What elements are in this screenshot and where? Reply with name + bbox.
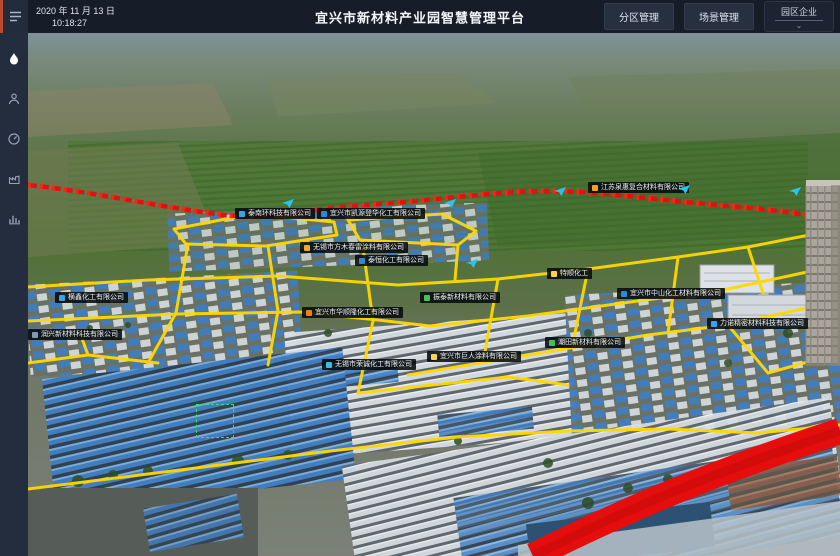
map-annotation-layer: 泰南环科技有限公司 宜兴市凯源登华化工有限公司无锡市方木春雷涂料有限公司泰恒化工有… [28,33,840,556]
company-icon [321,211,327,217]
company-icon [431,354,437,360]
date-text: 2020 年 11 月 13 日 [36,5,115,17]
flame-icon [7,52,21,66]
company-icon [711,321,717,327]
company-icon [304,245,310,251]
company-label-text: 无锡市方木春雷涂料有限公司 [313,244,404,251]
map-marker-icon[interactable] [554,187,566,196]
company-label[interactable]: 振泰新材料有限公司 [420,292,500,303]
time-text: 10:18:27 [52,17,115,29]
map-marker-icon[interactable] [282,199,294,208]
company-label[interactable]: 无锡市荣诚化工有限公司 [322,359,416,370]
company-label[interactable]: 泰恒化工有限公司 [355,255,428,266]
sidebar-item-gauge[interactable] [0,119,28,159]
company-icon [549,340,555,346]
company-icon [424,295,430,301]
gauge-icon [7,132,21,146]
company-label-text: 特顺化工 [560,270,588,277]
menu-icon [8,10,23,23]
company-label[interactable]: 江苏泉惠复合材料有限公司 [588,182,689,193]
company-icon [551,271,557,277]
company-icon [59,295,65,301]
company-label[interactable]: 宜兴市巨人涂料有限公司 [427,351,521,362]
company-label-text: 宜兴市巨人涂料有限公司 [440,353,517,360]
company-label-text: 横鑫化工有限公司 [68,294,124,301]
menu-button[interactable] [0,0,28,33]
page-title: 宜兴市新材料产业园智慧管理平台 [315,7,525,26]
sidebar-item-factory[interactable] [0,159,28,199]
company-label-text: 潮田新材料有限公司 [558,339,621,346]
header-actions: 分区管理 场景管理 园区企业 ⌄ [604,1,840,32]
person-icon [7,92,21,106]
company-label-text: 润兴新材料科技有限公司 [41,331,118,338]
top-bar: 2020 年 11 月 13 日 10:18:27 宜兴市新材料产业园智慧管理平… [0,0,840,33]
company-label-text: 无锡市荣诚化工有限公司 [335,361,412,368]
company-label-text: 宜兴市凯源登华化工有限公司 [330,210,421,217]
datetime-display: 2020 年 11 月 13 日 10:18:27 [36,5,115,29]
company-label[interactable]: 无锡市方木春雷涂料有限公司 [300,242,408,253]
company-label[interactable]: 潮田新材料有限公司 [545,337,625,348]
company-label[interactable]: 宜兴市华顺隆化工有限公司 [302,307,403,318]
sidebar-item-fire[interactable] [0,39,28,79]
park-enterprise-dropdown[interactable]: 园区企业 ⌄ [764,1,834,32]
map-viewport[interactable]: 泰南环科技有限公司 宜兴市凯源登华化工有限公司无锡市方木春雷涂料有限公司泰恒化工有… [28,33,840,556]
map-marker-icon[interactable] [789,187,801,196]
company-icon [306,310,312,316]
company-label[interactable]: 宜兴市凯源登华化工有限公司 [317,208,425,219]
company-icon [239,211,245,217]
park-enterprise-label: 园区企业 [775,5,823,21]
sidebar-item-person[interactable] [0,79,28,119]
chevron-down-icon: ⌄ [796,22,803,30]
company-label-text: 江苏泉惠复合材料有限公司 [601,184,685,191]
company-label[interactable]: 特顺化工 [547,268,592,279]
map-marker-icon[interactable] [444,199,456,208]
company-label-text: 泰恒化工有限公司 [368,257,424,264]
company-label[interactable]: 润兴新材料科技有限公司 [28,329,122,340]
company-icon [32,332,38,338]
left-sidebar [0,33,28,556]
sidebar-item-statistics[interactable] [0,199,28,239]
company-icon [359,258,365,264]
company-label[interactable]: 泰南环科技有限公司 [235,208,315,219]
company-label[interactable]: 力诺精密材料科技有限公司 [707,318,808,329]
company-label-text: 力诺精密材料科技有限公司 [720,320,804,327]
company-label[interactable]: 宜兴市中山化工材料有限公司 [617,288,725,299]
company-label-text: 泰南环科技有限公司 [248,210,311,217]
company-label[interactable]: 横鑫化工有限公司 [55,292,128,303]
company-label-text: 宜兴市华顺隆化工有限公司 [315,309,399,316]
zone-management-button[interactable]: 分区管理 [604,3,674,30]
map-marker-icon[interactable] [466,259,478,268]
company-label-text: 宜兴市中山化工材料有限公司 [630,290,721,297]
factory-icon [7,172,21,186]
company-icon [326,362,332,368]
company-icon [592,185,598,191]
company-icon [621,291,627,297]
scene-management-button[interactable]: 场景管理 [684,3,754,30]
bar-chart-icon [7,212,21,226]
company-label-text: 振泰新材料有限公司 [433,294,496,301]
